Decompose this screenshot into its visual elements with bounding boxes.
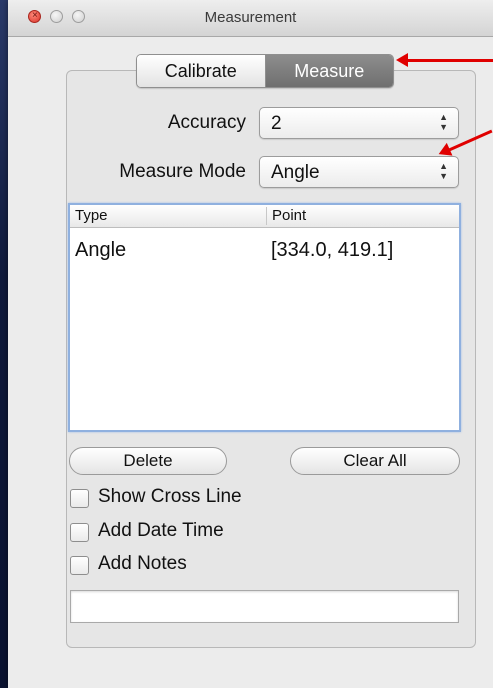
notes-field[interactable] xyxy=(70,590,459,623)
add-notes-checkbox[interactable]: Add Notes xyxy=(70,553,310,577)
measurement-window: × Measurement Calibrate Measure Accuracy… xyxy=(8,0,493,688)
title-bar[interactable]: × Measurement xyxy=(8,0,493,37)
cell-type: Angle xyxy=(75,239,127,261)
accuracy-label: Accuracy xyxy=(167,112,246,133)
measure-mode-select[interactable]: Angle ▲ ▼ xyxy=(259,156,459,188)
tab-calibrate[interactable]: Calibrate xyxy=(137,55,266,87)
window-title: Measurement xyxy=(204,9,297,26)
column-header-point[interactable]: Point xyxy=(266,207,306,225)
checkbox-box[interactable] xyxy=(70,489,89,508)
tab-measure[interactable]: Measure xyxy=(265,55,393,87)
up-down-arrows-icon: ▲ ▼ xyxy=(439,161,448,181)
accuracy-select[interactable]: 2 ▲ ▼ xyxy=(259,107,459,139)
table-header: Type Point xyxy=(70,205,459,228)
measure-mode-label: Measure Mode xyxy=(119,161,246,182)
measure-mode-value: Angle xyxy=(271,162,320,183)
checkbox-label: Show Cross Line xyxy=(98,486,242,507)
checkbox-box[interactable] xyxy=(70,523,89,542)
delete-button[interactable]: Delete xyxy=(69,447,227,475)
checkbox-label: Add Notes xyxy=(98,553,187,574)
checkbox-box[interactable] xyxy=(70,556,89,575)
arrow-annotation-icon xyxy=(396,53,493,67)
measurements-table[interactable]: Type Point Angle [334.0, 419.1] xyxy=(68,203,461,432)
accuracy-value: 2 xyxy=(271,113,282,134)
add-date-time-checkbox[interactable]: Add Date Time xyxy=(70,520,310,544)
mode-tabs: Calibrate Measure xyxy=(136,54,394,88)
cell-point: [334.0, 419.1] xyxy=(271,239,394,261)
clear-all-button[interactable]: Clear All xyxy=(290,447,460,475)
up-down-arrows-icon: ▲ ▼ xyxy=(439,112,448,132)
column-header-type[interactable]: Type xyxy=(75,207,108,224)
show-cross-line-checkbox[interactable]: Show Cross Line xyxy=(70,486,310,510)
checkbox-label: Add Date Time xyxy=(98,520,224,541)
